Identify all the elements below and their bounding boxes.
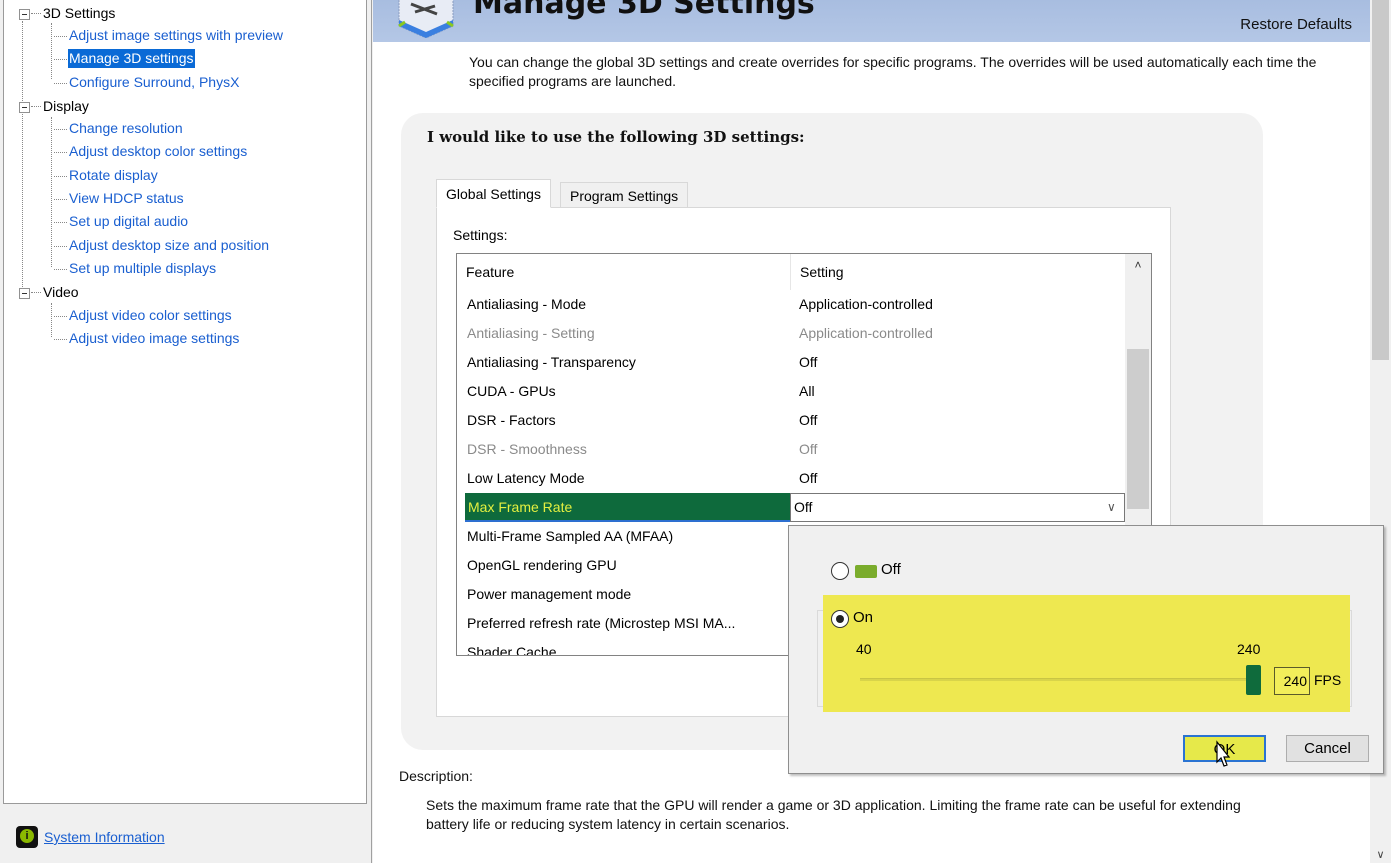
slider-min-label: 40 — [856, 641, 872, 657]
intro-text: You can change the global 3D settings an… — [469, 54, 1317, 89]
tree-line — [51, 117, 52, 267]
table-row[interactable]: DSR - Smoothness Off — [457, 435, 1123, 464]
tree-line — [51, 303, 52, 337]
tree-item-adjust-image-settings[interactable]: Adjust image settings with preview — [54, 26, 284, 45]
table-row[interactable]: Antialiasing - Mode Application-controlle… — [457, 290, 1123, 319]
max-frame-rate-popup: Off On 40 240 FPS OK Cancel — [788, 525, 1384, 774]
ok-button[interactable]: OK — [1183, 735, 1266, 762]
fps-input[interactable] — [1274, 667, 1310, 695]
table-row[interactable]: DSR - Factors Off — [457, 406, 1123, 435]
tree-item-change-resolution[interactable]: Change resolution — [54, 119, 184, 138]
tree-line — [22, 21, 23, 297]
scroll-thumb[interactable] — [1127, 349, 1149, 509]
tree-item-view-hdcp[interactable]: View HDCP status — [54, 189, 185, 208]
feature-cell: DSR - Smoothness — [467, 441, 587, 457]
tree-group-label[interactable]: Video — [31, 284, 79, 300]
setting-cell: Application-controlled — [799, 325, 933, 341]
table-row[interactable]: Antialiasing - Setting Application-contro… — [457, 319, 1123, 348]
setting-cell: Off — [799, 412, 818, 428]
tree-item-video-color[interactable]: Adjust video color settings — [54, 306, 233, 325]
column-header-feature[interactable]: Feature — [457, 254, 790, 290]
on-group: On 40 240 FPS — [823, 595, 1350, 712]
collapse-icon[interactable] — [19, 288, 30, 299]
feature-cell: CUDA - GPUs — [467, 383, 556, 399]
feature-cell: Antialiasing - Transparency — [467, 354, 636, 370]
system-info-icon — [16, 826, 38, 848]
setting-cell: Off — [799, 441, 818, 457]
collapse-icon[interactable] — [19, 102, 30, 113]
3d-settings-icon — [398, 0, 454, 38]
feature-cell: Preferred refresh rate (Microstep MSI MA… — [467, 615, 736, 631]
off-label[interactable]: Off — [881, 561, 901, 578]
page-header: Manage 3D Settings Restore Defaults — [373, 0, 1370, 42]
setting-dropdown[interactable] — [790, 493, 1125, 522]
nvidia-recommended-icon — [855, 565, 877, 578]
settings-label: Settings: — [453, 227, 508, 243]
system-information-link[interactable]: System Information — [44, 829, 165, 845]
tree-item-manage-3d-settings[interactable]: Manage 3D settings — [54, 49, 195, 68]
window-scroll-thumb[interactable] — [1372, 0, 1389, 360]
fps-slider-thumb[interactable] — [1246, 665, 1261, 695]
feature-cell: Power management mode — [467, 586, 632, 602]
tree-item-adjust-desktop-color[interactable]: Adjust desktop color settings — [53, 142, 248, 161]
feature-cell: Antialiasing - Mode — [467, 296, 587, 312]
tree-group-label[interactable]: 3D Settings — [30, 5, 115, 21]
chevron-down-icon[interactable]: ∨ — [1107, 493, 1116, 522]
slider-max-label: 240 — [1237, 641, 1261, 657]
feature-cell: Multi-Frame Sampled AA (MFAA) — [467, 528, 674, 544]
radio-on[interactable] — [831, 610, 849, 628]
column-header-setting[interactable]: Setting — [790, 254, 1123, 290]
tab-global-settings[interactable]: Global Settings — [436, 179, 551, 208]
fps-unit-label: FPS — [1314, 672, 1342, 688]
tree-item-configure-surround[interactable]: Configure Surround, PhysX — [53, 73, 240, 92]
setting-cell: Off — [794, 499, 813, 515]
setting-cell: Application-controlled — [799, 296, 933, 312]
table-row[interactable]: Antialiasing - Transparency Off — [457, 348, 1123, 377]
setting-cell: All — [799, 383, 815, 399]
scroll-up-icon[interactable]: ˄ — [1125, 258, 1151, 278]
feature-cell: Max Frame Rate — [468, 499, 573, 515]
system-information[interactable]: System Information — [16, 826, 165, 848]
feature-cell: Low Latency Mode — [467, 470, 585, 486]
feature-cell: OpenGL rendering GPU — [467, 557, 617, 573]
table-row[interactable]: CUDA - GPUs All — [457, 377, 1123, 406]
nvidia-control-panel: 3D Settings Adjust image settings with p… — [0, 0, 1391, 863]
tree-item-desktop-size[interactable]: Adjust desktop size and position — [53, 236, 270, 255]
feature-cell: Shader Cache — [467, 644, 557, 656]
setting-cell: Off — [799, 354, 818, 370]
tree-item-rotate-display[interactable]: Rotate display — [54, 166, 159, 185]
panel-heading: I would like to use the following 3D set… — [427, 128, 805, 146]
on-label[interactable]: On — [853, 609, 873, 626]
restore-defaults-link[interactable]: Restore Defaults — [1240, 16, 1352, 33]
scroll-down-icon[interactable]: ∨ — [1370, 848, 1391, 861]
fps-slider-track[interactable] — [860, 678, 1250, 681]
tree-item-digital-audio[interactable]: Set up digital audio — [53, 212, 189, 231]
collapse-icon[interactable] — [19, 9, 30, 20]
cancel-button[interactable]: Cancel — [1286, 735, 1369, 762]
tree-item-video-image[interactable]: Adjust video image settings — [53, 329, 240, 348]
page-title: Manage 3D Settings — [473, 0, 815, 21]
task-pane: 3D Settings Adjust image settings with p… — [0, 0, 372, 863]
tree-item-multiple-displays[interactable]: Set up multiple displays — [53, 259, 217, 278]
feature-cell: Antialiasing - Setting — [467, 325, 595, 341]
tree-line — [51, 23, 52, 79]
radio-off[interactable] — [831, 562, 849, 580]
table-row[interactable]: Low Latency Mode Off — [457, 464, 1123, 493]
tab-program-settings[interactable]: Program Settings — [560, 182, 689, 209]
task-tree: 3D Settings Adjust image settings with p… — [3, 0, 367, 804]
table-row-selected[interactable]: Max Frame Rate Off ∨ — [457, 493, 1125, 522]
tree-group-label[interactable]: Display — [31, 98, 89, 114]
description-text: Sets the maximum frame rate that the GPU… — [426, 797, 1241, 832]
feature-cell: DSR - Factors — [467, 412, 556, 428]
setting-cell: Off — [799, 470, 818, 486]
description-label: Description: — [399, 768, 473, 784]
